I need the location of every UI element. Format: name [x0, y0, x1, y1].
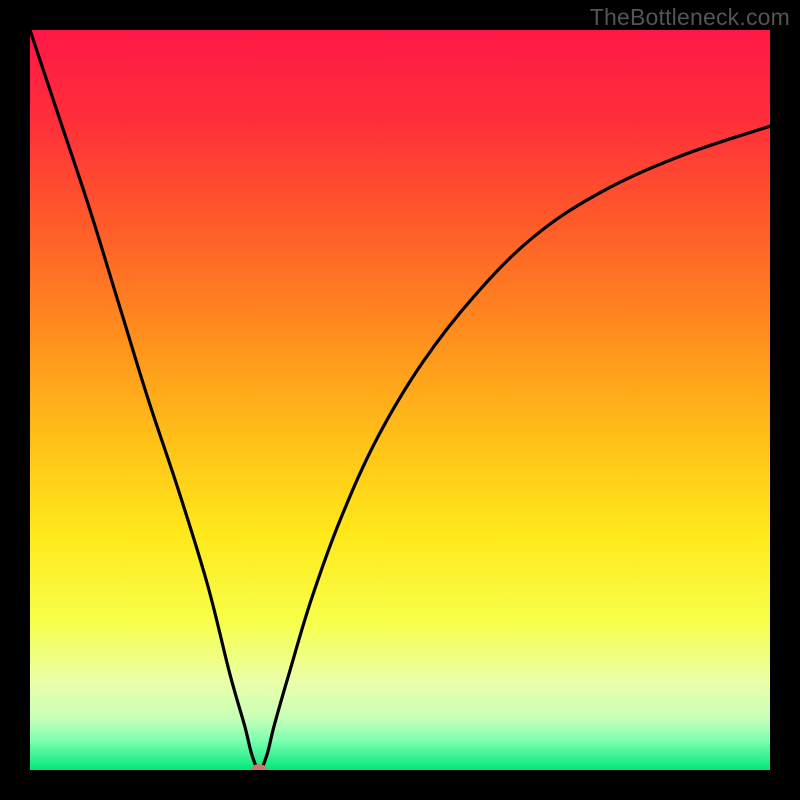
- bottleneck-curve: [30, 30, 770, 770]
- plot-area: [30, 30, 770, 770]
- optimal-point-marker: [251, 764, 267, 770]
- curve-path: [30, 30, 770, 770]
- watermark-text: TheBottleneck.com: [590, 4, 790, 31]
